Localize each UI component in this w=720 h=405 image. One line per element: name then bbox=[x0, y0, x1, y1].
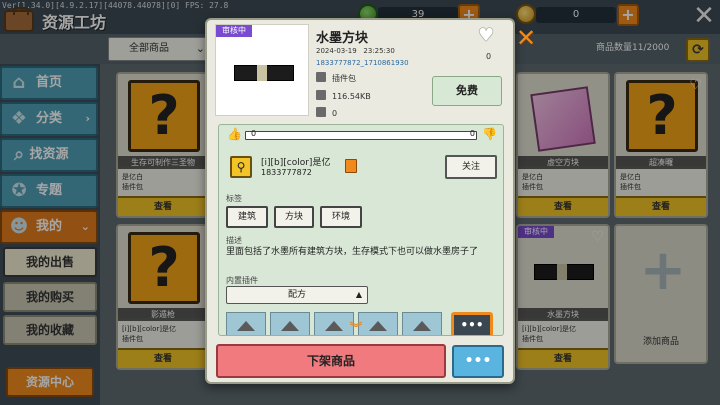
triangle-up-icon: ▲ bbox=[355, 290, 362, 299]
follow-button[interactable]: 关注 bbox=[445, 155, 497, 179]
status-badge: 审核中 bbox=[216, 25, 252, 37]
plugin-thumb[interactable] bbox=[358, 312, 398, 335]
close-dialog-icon[interactable]: ✕ bbox=[516, 24, 536, 52]
plugin-more-button[interactable]: ••• bbox=[451, 312, 493, 335]
tag-chip[interactable]: 建筑 bbox=[226, 206, 268, 228]
description-label: 描述 bbox=[226, 236, 242, 245]
description-text: 里面包括了水墨所有建筑方块，生存模式下也可以做水墨房子了 bbox=[226, 247, 479, 257]
tag-chip[interactable]: 环境 bbox=[320, 206, 362, 228]
rating-track bbox=[245, 131, 477, 140]
price-button[interactable]: 免费 bbox=[432, 76, 502, 106]
plugin-thumb[interactable] bbox=[226, 312, 266, 335]
expand-chevron-icon[interactable]: ︾ bbox=[350, 319, 362, 335]
package-icon bbox=[316, 72, 326, 82]
remove-listing-button[interactable]: 下架商品 bbox=[216, 344, 446, 378]
folder-icon bbox=[316, 90, 326, 100]
select-value: 配方 bbox=[287, 290, 306, 300]
download-icon bbox=[316, 107, 326, 117]
type-row: 插件包 bbox=[316, 72, 356, 84]
plugin-thumb[interactable] bbox=[314, 312, 354, 335]
product-id: 1833777872_1710861930 bbox=[316, 59, 409, 67]
search-author-button[interactable]: ⚲ bbox=[230, 156, 252, 178]
author-id: 1833777872 bbox=[261, 168, 312, 177]
rating-bar: 👍 0 0 👎 bbox=[227, 127, 497, 143]
thumbs-down-icon[interactable]: 👎 bbox=[482, 127, 497, 141]
like-count: 0 bbox=[251, 129, 257, 138]
plugin-thumb[interactable] bbox=[270, 312, 310, 335]
upload-datetime: 2024-03-19 23:25:30 bbox=[316, 47, 395, 55]
dislike-count: 0 bbox=[469, 129, 475, 138]
plugin-thumb[interactable] bbox=[402, 312, 442, 335]
tags-label: 标签 bbox=[226, 194, 242, 203]
size-row: 116.54KB bbox=[316, 90, 371, 101]
ink-block-icon bbox=[234, 65, 294, 81]
favorite-count: 0 bbox=[486, 52, 492, 61]
builtin-plugin-select[interactable]: 配方 ▲ bbox=[226, 286, 368, 304]
download-count: 0 bbox=[332, 109, 338, 118]
favorite-heart-icon[interactable]: ♥ bbox=[478, 25, 494, 46]
size-value: 116.54KB bbox=[332, 92, 371, 101]
product-title: 水墨方块 bbox=[316, 31, 369, 46]
detail-scroll-panel[interactable]: 👍 0 0 👎 ⚲ [i][b][color]是亿 1833777872 关注 … bbox=[218, 124, 504, 336]
product-preview: 审核中 bbox=[215, 24, 309, 116]
thumbs-up-icon[interactable]: 👍 bbox=[227, 127, 242, 141]
more-options-button[interactable]: ••• bbox=[452, 345, 504, 378]
download-row: 0 bbox=[316, 107, 337, 118]
upload-time: 23:25:30 bbox=[363, 47, 395, 55]
author-name: [i][b][color]是亿 bbox=[261, 158, 331, 168]
upload-date: 2024-03-19 bbox=[316, 47, 357, 55]
copy-icon[interactable] bbox=[345, 159, 357, 173]
type-value: 插件包 bbox=[332, 74, 356, 83]
builtin-plugin-label: 内置插件 bbox=[226, 276, 258, 285]
tag-chip[interactable]: 方块 bbox=[274, 206, 314, 228]
